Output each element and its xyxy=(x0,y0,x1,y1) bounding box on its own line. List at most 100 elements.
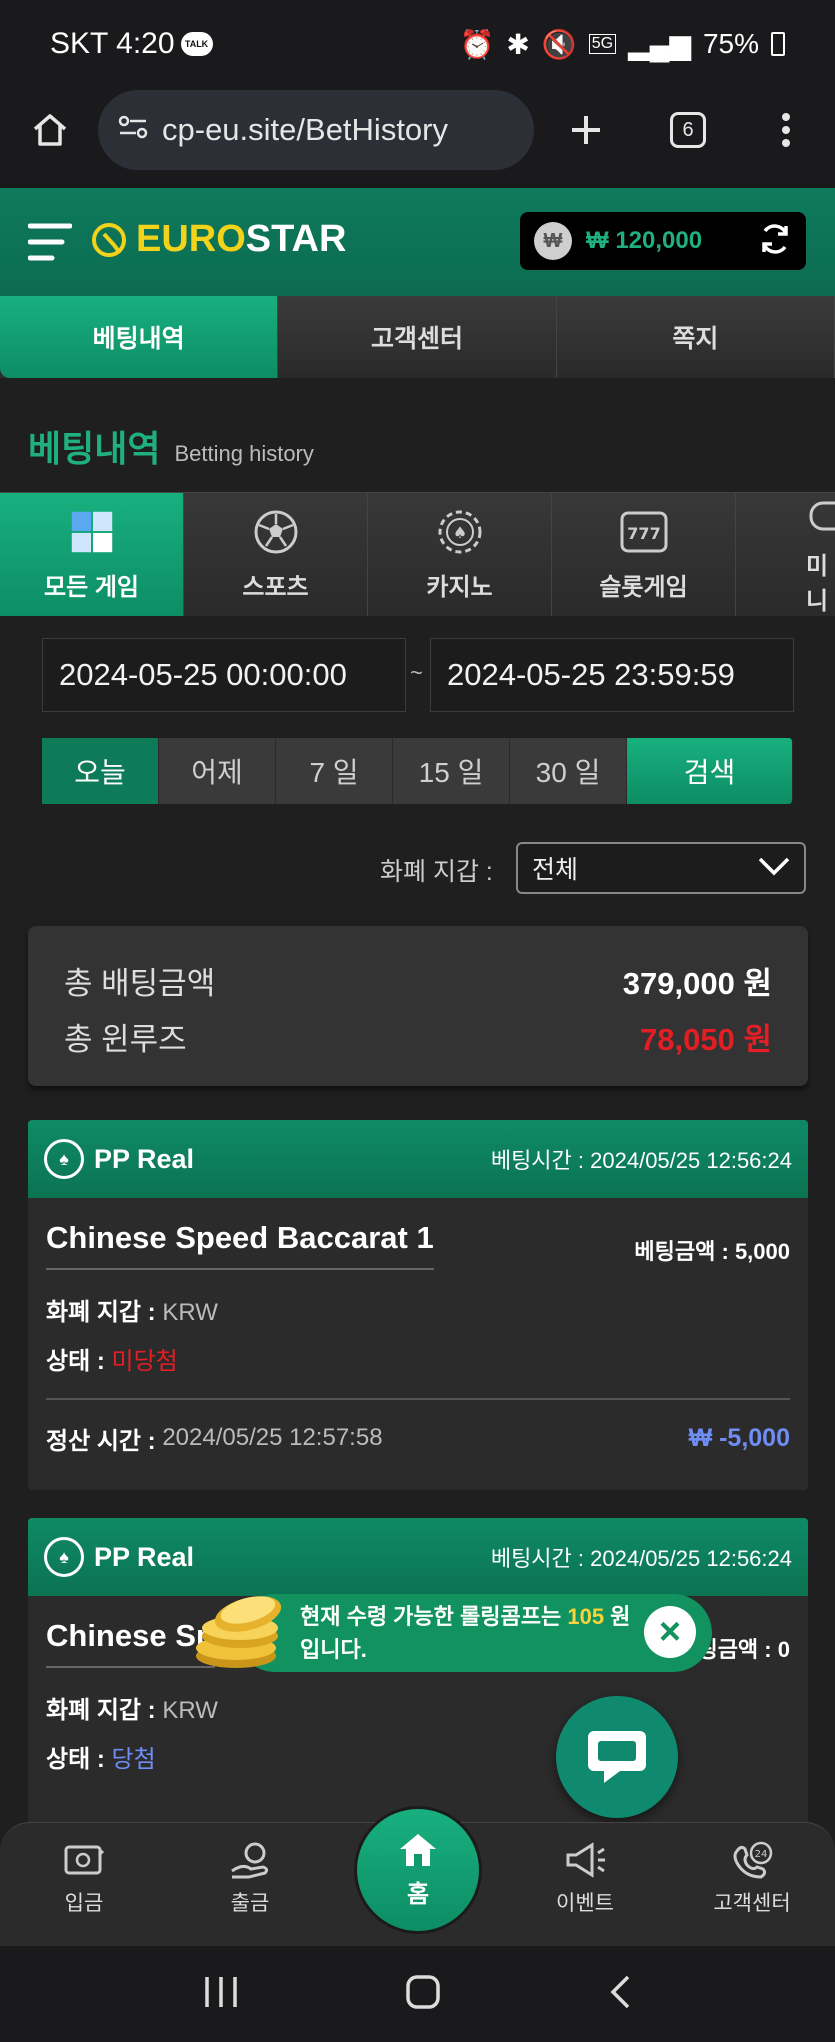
7-days-button[interactable]: 7 일 xyxy=(276,738,393,804)
logo-mark-icon xyxy=(92,222,126,257)
status-info: 상태 : 미당첨 xyxy=(46,1348,178,1375)
support-24-icon: 24 xyxy=(733,1841,773,1879)
nav-label: 이벤트 xyxy=(556,1892,614,1915)
refresh-balance-icon[interactable] xyxy=(758,222,792,261)
chat-button[interactable] xyxy=(556,1696,678,1818)
logo-text-euro: EURO xyxy=(136,218,246,260)
browser-home-icon[interactable] xyxy=(20,100,80,160)
bet-time: 베팅시간 : 2024/05/25 12:56:24 xyxy=(490,1546,792,1571)
balance-amount: ₩ 120,000 xyxy=(586,227,703,254)
30-days-button[interactable]: 30 일 xyxy=(510,738,627,804)
nav-deposit[interactable]: 입금 xyxy=(24,1841,144,1917)
wallet-filter-label: 화폐 지갑 : xyxy=(380,858,493,886)
page-title: 베팅내역 Betting history xyxy=(28,420,314,472)
tab-count: 6 xyxy=(670,112,706,148)
mute-icon: 🔇 xyxy=(541,28,577,60)
system-navigation-bar xyxy=(0,1946,835,2042)
signal-icon: ▂▄▆ xyxy=(628,28,691,60)
date-from-input[interactable]: 2024-05-25 00:00:00 xyxy=(42,638,406,712)
bet-card-header: ♠ PP Real 베팅시간 : 2024/05/25 12:56:24 xyxy=(28,1518,808,1596)
page-title-en: Betting history xyxy=(174,441,314,466)
browser-toolbar: cp-eu.site/BetHistory 6 xyxy=(0,88,835,188)
eurostar-logo[interactable]: EUROSTAR xyxy=(90,218,346,261)
balance-box: ₩ ₩ 120,000 xyxy=(520,212,806,270)
android-home-icon[interactable] xyxy=(405,1974,441,2015)
won-coin-icon: ₩ xyxy=(534,222,572,260)
svg-text:24: 24 xyxy=(755,1849,768,1860)
nav-label: 출금 xyxy=(230,1892,270,1915)
nav-home[interactable]: 홈 xyxy=(354,1806,482,1934)
quick-date-buttons: 오늘 어제 7 일 15 일 30 일 검색 xyxy=(42,738,794,804)
new-tab-icon[interactable] xyxy=(556,100,616,160)
gold-coins-icon xyxy=(196,1596,282,1668)
rolling-comp-toast[interactable]: 현재 수령 가능한 롤링콤프는 105 원 입니다. xyxy=(236,1594,712,1672)
game-name: Chinese Speed Baccarat 1 xyxy=(46,1220,434,1270)
tab-messages[interactable]: 쪽지 xyxy=(556,296,835,378)
tab-switcher-button[interactable]: 6 xyxy=(658,100,718,160)
game-row: Chinese Speed Baccarat 1 베팅금액 : 5,000 xyxy=(46,1220,790,1270)
svg-text:777: 777 xyxy=(627,524,660,543)
kakaotalk-icon: TALK xyxy=(180,32,213,56)
bluetooth-icon: ✱ xyxy=(506,28,530,60)
date-separator: ~ xyxy=(410,660,423,685)
site-header: EUROSTAR ₩ ₩ 120,000 xyxy=(0,188,835,296)
site-settings-icon[interactable] xyxy=(118,112,148,148)
svg-text:♠: ♠ xyxy=(452,523,466,542)
category-label: 모든 게임 xyxy=(44,574,139,601)
battery-icon xyxy=(771,32,785,56)
recent-apps-icon[interactable] xyxy=(203,1975,239,2014)
casino-chip-icon: ♠ xyxy=(434,507,486,557)
deposit-icon xyxy=(64,1845,105,1875)
bet-card[interactable]: ♠ PP Real 베팅시간 : 2024/05/25 12:56:24 Chi… xyxy=(28,1518,808,1828)
category-slots[interactable]: 777 슬롯게임 xyxy=(552,493,736,616)
category-label: 미니 xyxy=(806,553,829,615)
page-title-ko: 베팅내역 xyxy=(28,428,161,469)
settlement-row: 정산 시간 : 2024/05/25 12:57:58 ₩ -5,000 xyxy=(46,1398,790,1476)
wallet-select[interactable]: 전체 xyxy=(516,842,806,894)
tab-betting-history[interactable]: 베팅내역 xyxy=(0,296,279,378)
status-bar: SKT 4:20 TALK ⏰ ✱ 🔇 5G ▂▄▆ 75% xyxy=(0,0,835,88)
close-icon[interactable]: × xyxy=(644,1606,696,1658)
hamburger-menu-icon[interactable] xyxy=(27,220,73,269)
alarm-icon: ⏰ xyxy=(459,28,495,60)
nav-withdraw[interactable]: 출금 xyxy=(190,1841,310,1917)
search-button[interactable]: 검색 xyxy=(627,738,793,804)
browser-menu-icon[interactable] xyxy=(756,100,816,160)
chevron-down-icon xyxy=(758,854,790,883)
category-all-games[interactable]: 모든 게임 xyxy=(0,493,184,616)
chat-bubble-icon xyxy=(588,1731,646,1783)
nav-events[interactable]: 이벤트 xyxy=(525,1841,645,1917)
bet-time: 베팅시간 : 2024/05/25 12:56:24 xyxy=(490,1148,792,1173)
nav-label: 입금 xyxy=(64,1892,104,1915)
address-bar[interactable]: cp-eu.site/BetHistory xyxy=(98,90,534,170)
top-tabs: 베팅내역 고객센터 쪽지 xyxy=(0,296,835,378)
casino-chip-icon: ♠ xyxy=(44,1537,84,1577)
category-mini[interactable]: 미니 xyxy=(736,493,835,616)
yesterday-button[interactable]: 어제 xyxy=(159,738,276,804)
tab-customer-center[interactable]: 고객센터 xyxy=(278,296,557,378)
wallet-info: 화폐 지갑 : KRW xyxy=(46,1697,218,1724)
total-bet-value: 379,000 원 xyxy=(622,965,772,1001)
bet-card[interactable]: ♠ PP Real 베팅시간 : 2024/05/25 12:56:24 Chi… xyxy=(28,1120,808,1490)
total-bet-label: 총 배팅금액 xyxy=(64,965,216,1001)
15-days-button[interactable]: 15 일 xyxy=(393,738,510,804)
provider-name: PP Real xyxy=(94,1143,195,1174)
carrier-time: SKT 4:20 xyxy=(50,27,175,60)
category-label: 슬롯게임 xyxy=(599,574,688,601)
settle-amount: ₩ -5,000 xyxy=(688,1423,790,1452)
nav-support[interactable]: 24 고객센터 xyxy=(692,1841,812,1917)
today-button[interactable]: 오늘 xyxy=(42,738,159,804)
status-icons: ⏰ ✱ 🔇 5G ▂▄▆ 75% xyxy=(459,28,785,61)
bet-card-header: ♠ PP Real 베팅시간 : 2024/05/25 12:56:24 xyxy=(28,1120,808,1198)
date-to-input[interactable]: 2024-05-25 23:59:59 xyxy=(430,638,794,712)
total-winloss-row: 총 윈루즈 78,050 원 xyxy=(64,1008,772,1064)
comp-amount: 105 xyxy=(567,1604,605,1629)
category-casino[interactable]: ♠ 카지노 xyxy=(368,493,552,616)
slot-machine-icon: 777 xyxy=(618,507,670,557)
status-badge: 미당첨 xyxy=(111,1348,178,1375)
withdraw-icon xyxy=(231,1842,269,1879)
nav-label: 홈 xyxy=(406,1880,430,1908)
category-sports[interactable]: 스포츠 xyxy=(184,493,368,616)
provider-name: PP Real xyxy=(94,1541,195,1572)
back-icon[interactable] xyxy=(608,1974,632,2015)
